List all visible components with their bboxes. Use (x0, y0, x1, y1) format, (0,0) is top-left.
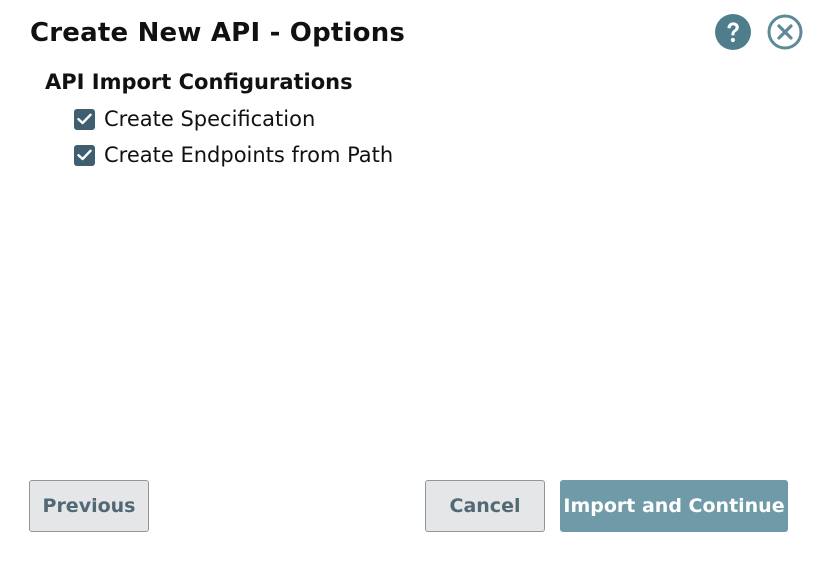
option-label: Create Endpoints from Path (104, 143, 394, 167)
option-label: Create Specification (104, 107, 316, 131)
create-api-options-dialog: Create New API - Options API Import Conf… (0, 0, 817, 562)
checkmark-icon (77, 113, 92, 125)
option-create-endpoints-from-path[interactable]: Create Endpoints from Path (74, 140, 393, 170)
previous-button[interactable]: Previous (29, 480, 149, 532)
checkmark-icon (77, 149, 92, 161)
option-create-specification[interactable]: Create Specification (74, 104, 315, 134)
section-title: API Import Configurations (45, 70, 353, 94)
dialog-title: Create New API - Options (30, 18, 406, 48)
cancel-button[interactable]: Cancel (425, 480, 545, 532)
help-icon[interactable] (715, 14, 751, 50)
create-specification-checkbox[interactable] (74, 108, 95, 130)
header-actions (715, 14, 803, 50)
create-endpoints-checkbox[interactable] (74, 144, 95, 166)
import-and-continue-button[interactable]: Import and Continue (560, 480, 788, 532)
close-icon[interactable] (767, 14, 803, 50)
